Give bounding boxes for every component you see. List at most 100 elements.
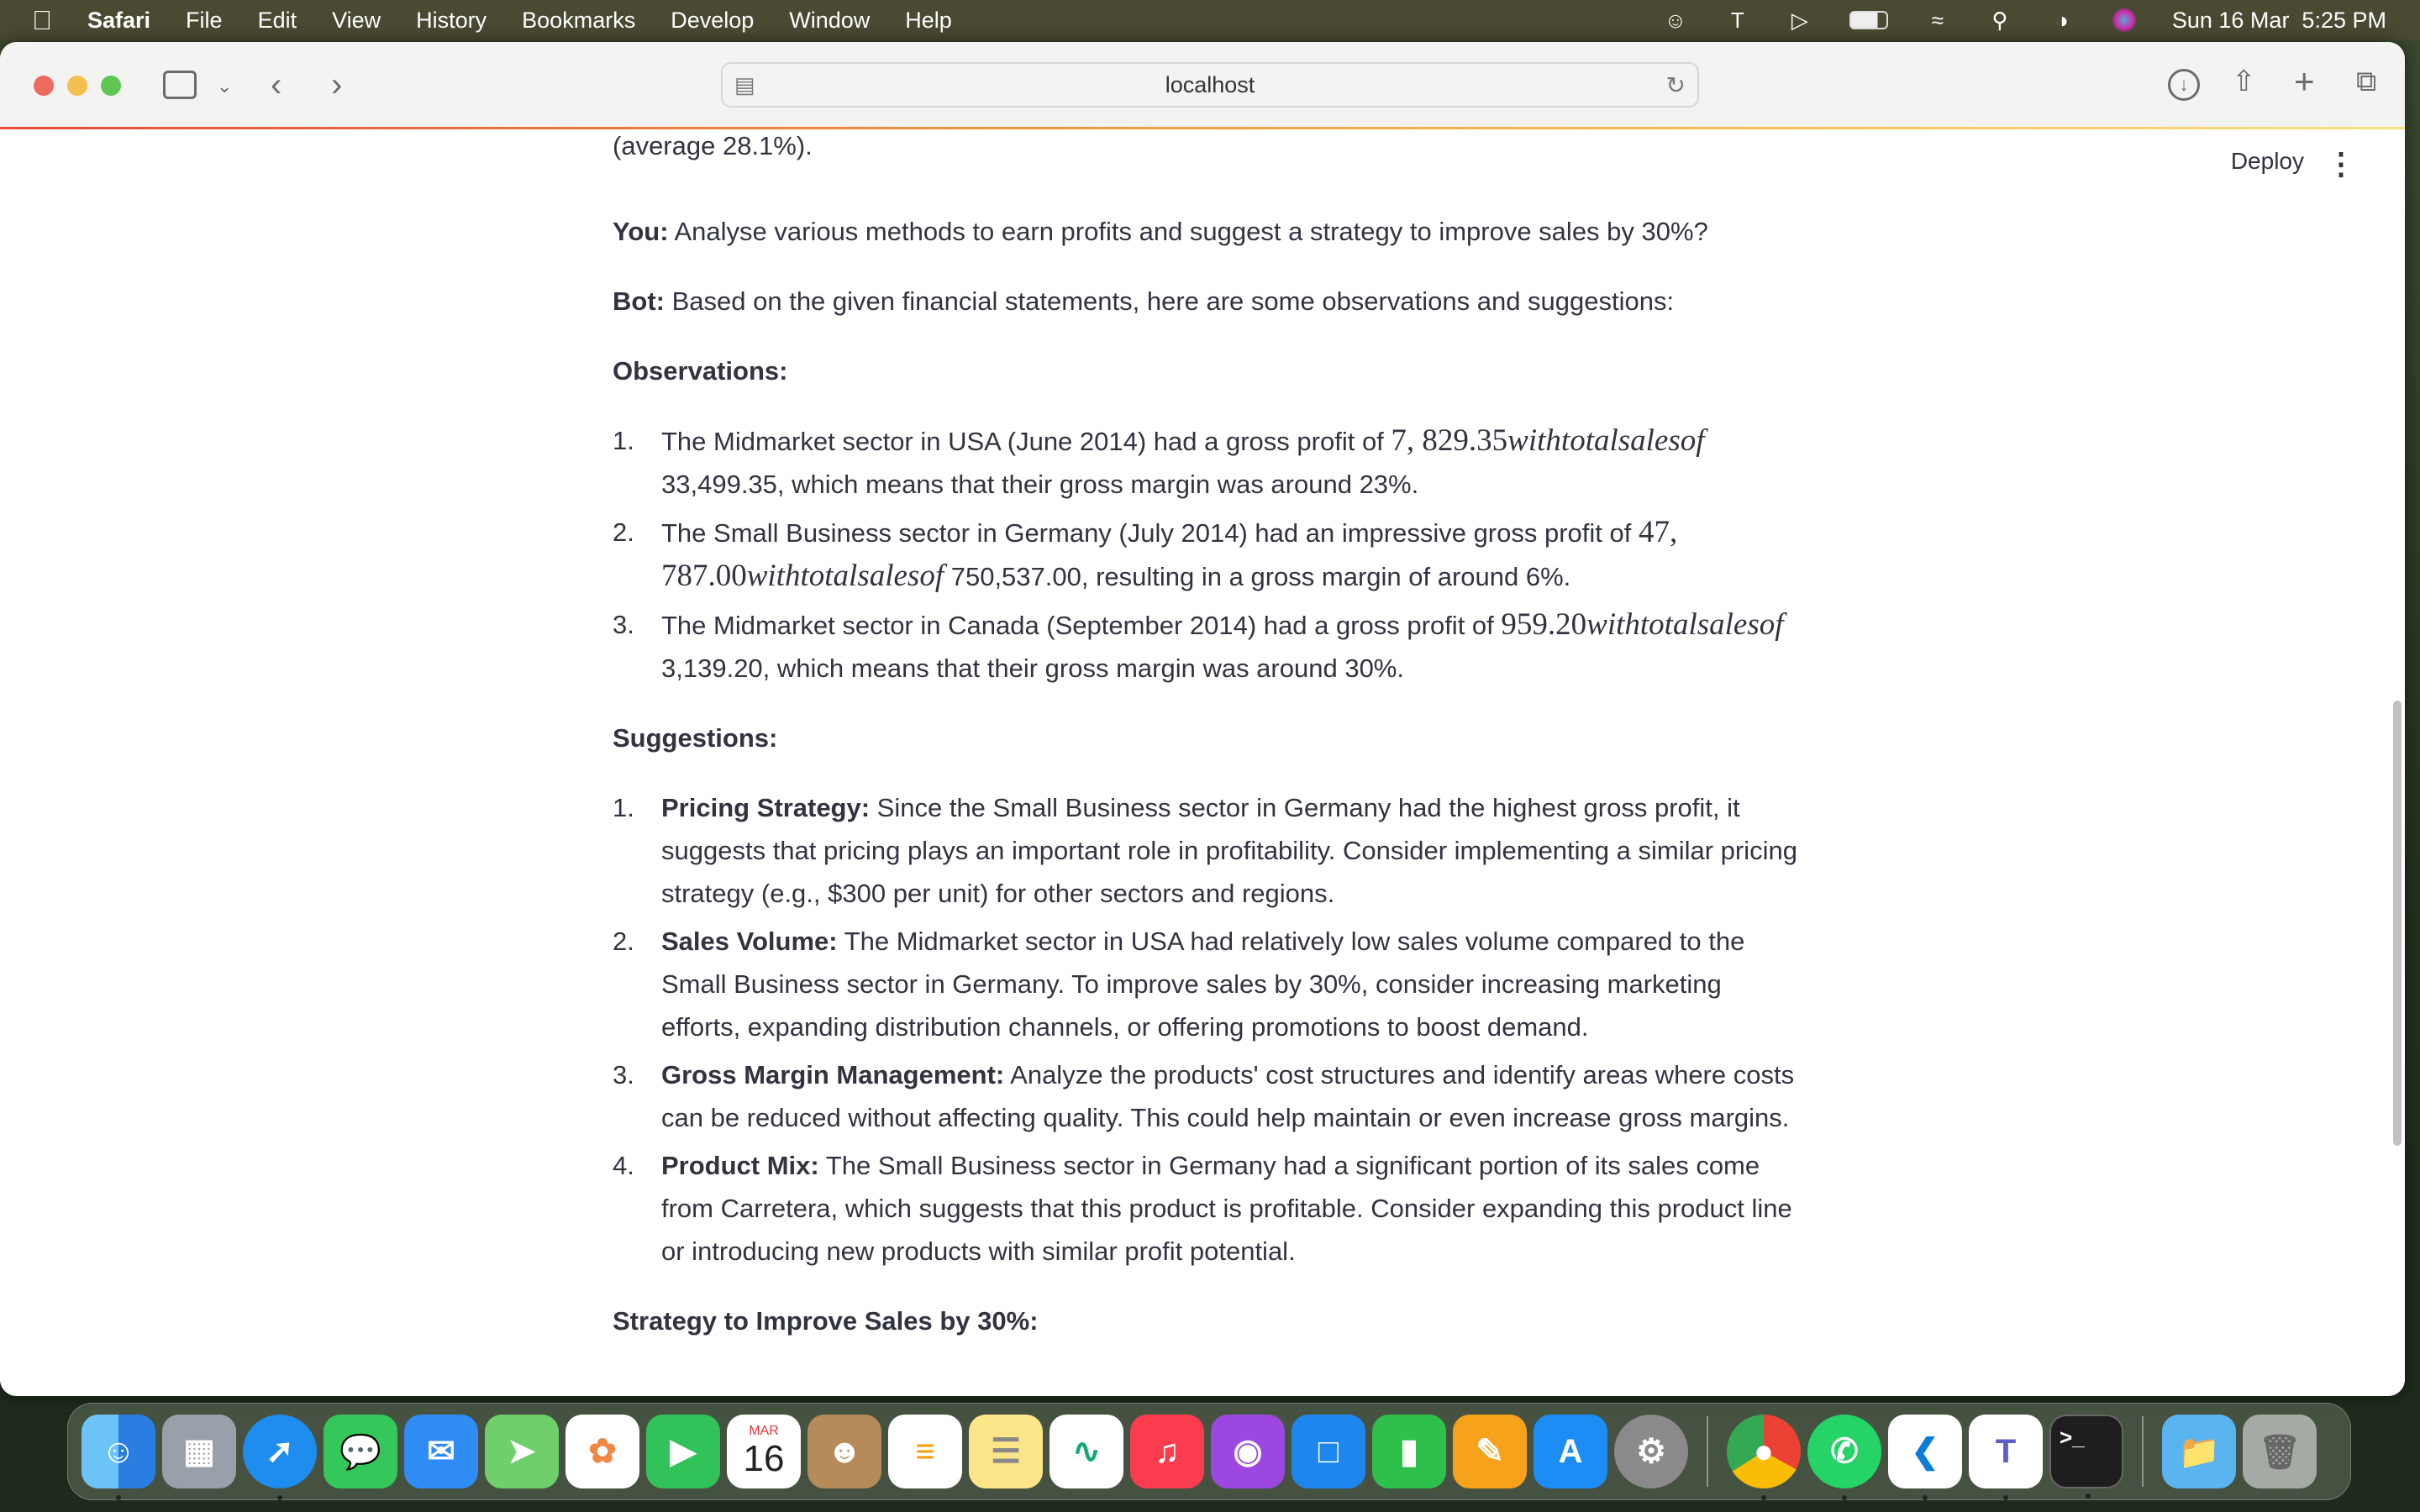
teams-icon[interactable]: T bbox=[1969, 1415, 2043, 1500]
apple-menu-icon[interactable]:  bbox=[32, 5, 52, 36]
list-item: 1. Pricing Strategy: Since the Small Busi… bbox=[613, 786, 1806, 915]
dock-separator bbox=[1707, 1416, 1708, 1487]
close-window-button[interactable] bbox=[34, 76, 54, 96]
scrollbar[interactable] bbox=[2393, 701, 2402, 1146]
calendar-month: MAR bbox=[749, 1424, 779, 1438]
maps-icon[interactable]: ➤ bbox=[485, 1415, 559, 1488]
forward-button[interactable]: › bbox=[331, 68, 342, 102]
menu-app-name[interactable]: Safari bbox=[87, 8, 150, 34]
tab-overview-icon[interactable]: ⧉ bbox=[2356, 67, 2376, 96]
menu-window[interactable]: Window bbox=[789, 8, 870, 34]
chrome-icon[interactable]: ● bbox=[1727, 1415, 1801, 1500]
math-italic: withtotalsalesof bbox=[746, 559, 944, 593]
item-text: 33,499.35, which means that their gross … bbox=[661, 470, 1419, 499]
page-content: (average 28.1%). Deploy ⋮ You: Analyse v… bbox=[0, 129, 2405, 1396]
list-number: 1. bbox=[613, 426, 634, 455]
list-item: 4. Product Mix: The Small Business sector… bbox=[613, 1144, 1806, 1273]
user-message: You: Analyse various methods to earn pro… bbox=[613, 210, 1806, 253]
menu-file[interactable]: File bbox=[186, 8, 223, 34]
item-title: Pricing Strategy: bbox=[661, 793, 871, 822]
battery-icon[interactable] bbox=[1848, 8, 1890, 33]
menu-history[interactable]: History bbox=[416, 8, 487, 34]
page-settings-icon[interactable]: ▤ bbox=[734, 72, 755, 98]
photos-icon[interactable]: ✿ bbox=[566, 1415, 639, 1488]
menu-datetime[interactable]: Sun 16 Mar 5:25 PM bbox=[2172, 8, 2386, 34]
spotlight-search-icon[interactable]: ⚲ bbox=[1986, 8, 2014, 33]
launchpad-icon[interactable]: ▦ bbox=[162, 1415, 236, 1488]
item-text: The Midmarket sector in Canada (Septembe… bbox=[661, 611, 1502, 640]
deploy-button[interactable]: Deploy bbox=[2231, 148, 2304, 175]
minimize-window-button[interactable] bbox=[67, 76, 87, 96]
contacts-icon[interactable]: ☻ bbox=[808, 1415, 881, 1488]
list-number: 4. bbox=[613, 1151, 634, 1180]
list-number: 1. bbox=[613, 793, 634, 822]
list-number: 3. bbox=[613, 1060, 634, 1089]
address-bar[interactable]: ▤ localhost ↻ bbox=[721, 62, 1699, 108]
menu-view[interactable]: View bbox=[332, 8, 381, 34]
list-item: 2. Sales Volume: The Midmarket sector in … bbox=[613, 920, 1806, 1048]
bot-message-text: Based on the given financial statements,… bbox=[664, 286, 1675, 316]
item-text: The Small Business sector in Germany (Ju… bbox=[661, 518, 1639, 548]
item-text: 750,537.00, resulting in a gross margin … bbox=[944, 562, 1571, 591]
chevron-down-icon[interactable]: ⌄ bbox=[217, 72, 232, 101]
item-title: Product Mix: bbox=[661, 1151, 819, 1180]
chat-transcript: You: Analyse various methods to earn pro… bbox=[613, 210, 1806, 1369]
system-settings-icon[interactable]: ⚙ bbox=[1614, 1415, 1688, 1488]
main-menu-icon[interactable]: ⋮ bbox=[2326, 146, 2356, 181]
suggestions-heading: Suggestions: bbox=[613, 723, 778, 753]
back-button[interactable]: ‹ bbox=[271, 68, 281, 102]
downloads-folder-icon[interactable]: 📁 bbox=[2162, 1415, 2236, 1488]
terminal-icon[interactable]: >_ bbox=[2049, 1415, 2123, 1499]
math-text: 959.20withtotalsalesof bbox=[1501, 607, 1783, 642]
math-text: 7, 829.35withtotalsalesof bbox=[1391, 423, 1704, 458]
numbers-icon[interactable]: ▮ bbox=[1372, 1415, 1446, 1488]
menu-edit[interactable]: Edit bbox=[258, 8, 297, 34]
control-center-icon[interactable]: ◑ bbox=[2048, 8, 2076, 33]
user-message-text: Analyse various methods to earn profits … bbox=[668, 217, 1708, 246]
finder-icon[interactable]: ☺ bbox=[82, 1415, 155, 1500]
dock: ☺ ▦ ➚ 💬 ✉ ➤ ✿ ▶ MAR 16 ☻ ≡ ☰ ∿ ♫ ◉ □ ▮ ✎ … bbox=[67, 1403, 2351, 1500]
music-icon[interactable]: ♫ bbox=[1130, 1415, 1204, 1488]
list-item: 1. The Midmarket sector in USA (June 2014… bbox=[613, 419, 1806, 506]
calendar-icon[interactable]: MAR 16 bbox=[727, 1415, 801, 1488]
item-text: 3,139.20, which means that their gross m… bbox=[661, 654, 1404, 683]
facetime-icon[interactable]: ▶ bbox=[646, 1415, 720, 1488]
ollama-icon[interactable]: ☺ bbox=[1661, 8, 1690, 33]
new-tab-icon[interactable]: + bbox=[2294, 64, 2315, 99]
vscode-icon[interactable]: ❮ bbox=[1888, 1415, 1962, 1500]
item-title: Gross Margin Management: bbox=[661, 1060, 1005, 1089]
safari-window: ⌄ ‹ › ▤ localhost ↻ ↓ ⇧ + ⧉ (average 28.… bbox=[0, 42, 2405, 1396]
list-item: 3. Gross Margin Management: Analyze the p… bbox=[613, 1053, 1806, 1139]
reminders-icon[interactable]: ≡ bbox=[888, 1415, 962, 1488]
podcasts-icon[interactable]: ◉ bbox=[1211, 1415, 1285, 1488]
notes-icon[interactable]: ☰ bbox=[969, 1415, 1043, 1488]
teams-status-icon[interactable]: T bbox=[1723, 8, 1752, 33]
app-store-icon[interactable]: A bbox=[1534, 1415, 1607, 1488]
menu-bookmarks[interactable]: Bookmarks bbox=[522, 8, 635, 34]
list-item: 3. The Midmarket sector in Canada (Septem… bbox=[613, 603, 1806, 690]
freeform-icon[interactable]: ∿ bbox=[1050, 1415, 1123, 1488]
item-text: The Small Business sector in Germany had… bbox=[661, 1151, 1792, 1266]
sidebar-toggle-icon[interactable] bbox=[163, 71, 197, 99]
math-italic: withtotalsalesof bbox=[1586, 607, 1784, 642]
siri-icon[interactable] bbox=[2110, 8, 2139, 33]
pages-icon[interactable]: ✎ bbox=[1453, 1415, 1527, 1488]
play-icon[interactable]: ▷ bbox=[1786, 8, 1814, 33]
downloads-icon[interactable]: ↓ bbox=[2168, 69, 2200, 101]
mail-icon[interactable]: ✉ bbox=[404, 1415, 478, 1488]
trash-icon[interactable]: 🗑 bbox=[2243, 1415, 2317, 1488]
share-icon[interactable]: ⇧ bbox=[2232, 67, 2256, 96]
whatsapp-icon[interactable]: ✆ bbox=[1807, 1415, 1881, 1500]
keynote-icon[interactable]: □ bbox=[1292, 1415, 1365, 1488]
messages-icon[interactable]: 💬 bbox=[324, 1415, 397, 1488]
bot-message: Bot: Based on the given financial statem… bbox=[613, 280, 1806, 323]
list-number: 2. bbox=[613, 517, 634, 547]
safari-icon[interactable]: ➚ bbox=[243, 1415, 317, 1500]
wifi-icon[interactable]: ≈ bbox=[1923, 8, 1952, 33]
menu-develop[interactable]: Develop bbox=[671, 8, 754, 34]
menu-help[interactable]: Help bbox=[905, 8, 952, 34]
list-number: 2. bbox=[613, 927, 634, 956]
reload-icon[interactable]: ↻ bbox=[1666, 71, 1686, 99]
item-title: Sales Volume: bbox=[661, 927, 838, 956]
zoom-window-button[interactable] bbox=[101, 76, 121, 96]
